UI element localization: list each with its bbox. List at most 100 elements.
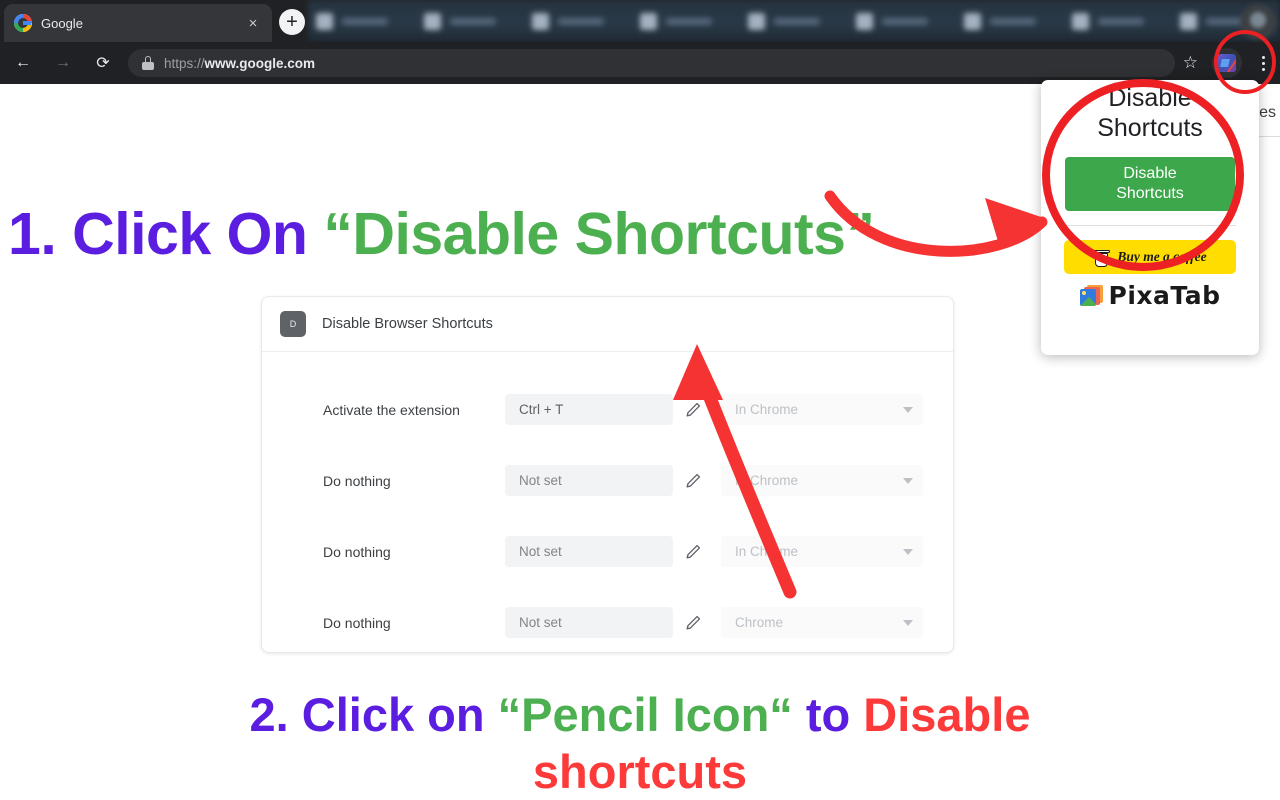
tab-favicon (424, 12, 441, 30)
shortcut-row: Do nothing Not set In Chrome (262, 445, 953, 516)
pencil-icon[interactable] (673, 536, 713, 567)
popup-divider (1064, 225, 1236, 226)
pencil-icon[interactable] (673, 465, 713, 496)
background-tab[interactable] (848, 12, 956, 30)
step-2-mid: to (792, 688, 864, 741)
tab-favicon (532, 12, 549, 30)
tab-favicon (856, 12, 873, 30)
chevron-down-icon (903, 619, 913, 626)
forward-icon[interactable]: → (46, 46, 80, 80)
background-tab[interactable] (740, 12, 848, 30)
tab-title-blur (558, 17, 604, 25)
back-icon[interactable]: ← (6, 46, 40, 80)
popup-title: Disable Shortcuts (1097, 84, 1203, 142)
kebab-menu-icon[interactable] (1252, 48, 1274, 78)
disable-browser-shortcuts-extension-button[interactable] (1212, 48, 1242, 78)
profile-avatar[interactable] (1240, 4, 1276, 40)
tab-title-blur (450, 17, 496, 25)
pixatab-label: PixaTab (1108, 281, 1221, 310)
tab-title-blur (774, 17, 820, 25)
shortcut-input[interactable]: Not set (505, 607, 673, 638)
pixatab-logo-icon (1079, 284, 1103, 307)
tab-favicon (316, 12, 333, 30)
chevron-down-icon (903, 548, 913, 555)
scope-select[interactable]: In Chrome (721, 536, 923, 567)
active-tab[interactable]: Google × (4, 4, 272, 42)
step-2-action-line2: shortcuts (532, 745, 748, 799)
background-tab[interactable] (524, 12, 632, 30)
screenshot-root: Google × + ← → ⟳ https://www.google.com … (0, 0, 1280, 800)
url-text: https://www.google.com (164, 56, 315, 71)
address-bar[interactable]: https://www.google.com (128, 49, 1175, 77)
card-title: Disable Browser Shortcuts (322, 316, 493, 332)
shortcut-label: Do nothing (323, 543, 391, 560)
tab-title-blur (666, 17, 712, 25)
url-scheme: https:// (164, 55, 205, 71)
disable-shortcuts-button-line2: Shortcuts (1116, 185, 1184, 202)
lock-icon (142, 56, 154, 70)
tab-strip: Google × + (0, 0, 1280, 42)
disable-shortcuts-button-line1: Disable (1123, 165, 1177, 183)
shortcut-input[interactable]: Not set (505, 465, 673, 496)
extension-icon (1218, 54, 1236, 72)
scope-select-value: In Chrome (735, 473, 799, 488)
pixatab-brand[interactable]: PixaTab (1041, 281, 1259, 310)
extension-popup: Disable Shortcuts Disable Shortcuts Buy … (1041, 80, 1259, 355)
card-header: D Disable Browser Shortcuts (262, 297, 953, 352)
step-1-quote-open: “ (323, 201, 353, 267)
buy-me-a-coffee-button[interactable]: Buy me a coffee (1064, 240, 1236, 274)
background-tab[interactable] (632, 12, 740, 30)
google-icon (14, 14, 32, 32)
shortcut-label: Do nothing (323, 472, 391, 489)
extension-badge-icon: D (280, 311, 306, 337)
tab-title-blur (342, 17, 388, 25)
scope-select[interactable]: In Chrome (721, 465, 923, 496)
step-2-target: Pencil Icon (521, 688, 770, 741)
browser-toolbar: ← → ⟳ https://www.google.com ☆ (0, 42, 1280, 84)
step-2-headline: 2. Click on “Pencil Icon“ to Disable shor… (0, 686, 1280, 800)
step-1-number: 1. (8, 201, 73, 267)
step-1-target: Disable Shortcuts (352, 201, 846, 267)
background-tab[interactable] (956, 12, 1064, 30)
pencil-icon[interactable] (673, 394, 713, 425)
coffee-cup-icon (1093, 248, 1111, 267)
step-1-quote-close: ” (845, 201, 875, 267)
background-tabs-blurred[interactable] (308, 0, 1280, 42)
tab-favicon (1072, 12, 1089, 30)
scope-select[interactable]: Chrome (721, 607, 923, 638)
scope-select-value: In Chrome (735, 544, 799, 559)
tab-favicon (1180, 12, 1197, 30)
scope-select-value: In Chrome (735, 402, 799, 417)
tab-title-blur (990, 17, 1036, 25)
disable-shortcuts-button[interactable]: Disable Shortcuts (1065, 157, 1235, 211)
step-2-number: 2. (249, 688, 302, 741)
step-1-verb: Click On (72, 201, 324, 267)
step-2-verb: Click on (301, 688, 498, 741)
url-domain: www.google.com (204, 55, 316, 71)
scope-select-value: Chrome (735, 615, 784, 630)
shortcut-row: Activate the extension Ctrl + T In Chrom… (262, 374, 953, 445)
pencil-icon[interactable] (673, 607, 713, 638)
chevron-down-icon (903, 477, 913, 484)
scope-select[interactable]: In Chrome (721, 394, 923, 425)
reload-icon[interactable]: ⟳ (86, 46, 120, 80)
tab-favicon (964, 12, 981, 30)
background-tab[interactable] (416, 12, 524, 30)
bookmark-star-icon[interactable]: ☆ (1183, 53, 1198, 73)
active-tab-title: Google (41, 15, 83, 31)
background-tab[interactable] (1064, 12, 1172, 30)
tab-favicon (748, 12, 765, 30)
step-2-quote-close: “ (769, 688, 793, 741)
step-2-action: Disable (863, 688, 1031, 741)
background-tab[interactable] (308, 12, 416, 30)
chrome-shortcuts-settings-card: D Disable Browser Shortcuts Activate the… (261, 296, 954, 653)
new-tab-button[interactable]: + (279, 9, 305, 35)
browser-chrome: Google × + ← → ⟳ https://www.google.com … (0, 0, 1280, 84)
shortcut-input[interactable]: Not set (505, 536, 673, 567)
tab-title-blur (1098, 17, 1144, 25)
step-1-headline: 1. Click On “Disable Shortcuts” (8, 202, 1048, 267)
shortcut-input[interactable]: Ctrl + T (505, 394, 673, 425)
close-icon[interactable]: × (244, 14, 262, 32)
shortcut-label: Do nothing (323, 614, 391, 631)
card-body: Activate the extension Ctrl + T In Chrom… (262, 352, 953, 652)
